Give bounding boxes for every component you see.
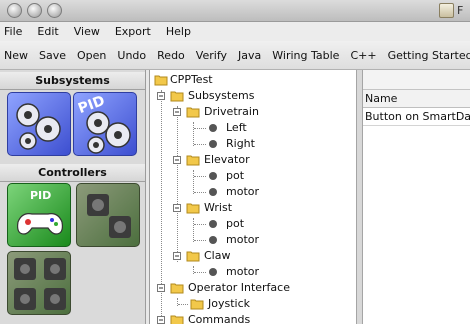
component-dot-icon — [209, 268, 217, 276]
subsystems-header[interactable]: Subsystems — [0, 72, 145, 90]
menu-export[interactable]: Export — [115, 25, 151, 38]
palette-panel: Subsystems PID Controllers PID — [0, 70, 146, 324]
new-button[interactable]: New — [4, 49, 28, 62]
property-row[interactable]: Button on SmartDashb — [363, 108, 470, 126]
app-icon — [439, 3, 454, 18]
pid-subsystem-icon[interactable]: PID — [73, 92, 137, 156]
close-window-button[interactable] — [7, 3, 22, 18]
zoom-window-button[interactable] — [47, 3, 62, 18]
menu-view[interactable]: View — [74, 25, 100, 38]
split-divider[interactable] — [356, 70, 363, 324]
menu-help[interactable]: Help — [166, 25, 191, 38]
save-button[interactable]: Save — [39, 49, 66, 62]
component-dot-icon — [209, 124, 217, 132]
minimize-window-button[interactable] — [27, 3, 42, 18]
column-header-name[interactable]: Name — [363, 90, 470, 108]
pid-gamepad-icon[interactable]: PID — [7, 183, 71, 247]
toolbar: New Save Open Undo Redo Verify Java Wiri… — [0, 41, 470, 70]
component-dot-icon — [209, 236, 217, 244]
properties-toolbar — [363, 70, 470, 90]
component-dot-icon — [209, 188, 217, 196]
menu-file[interactable]: File — [4, 25, 22, 38]
menu-bar: File Edit View Export Help — [0, 22, 470, 41]
java-button[interactable]: Java — [238, 49, 261, 62]
verify-button[interactable]: Verify — [196, 49, 227, 62]
menu-edit[interactable]: Edit — [37, 25, 58, 38]
properties-panel: Name Button on SmartDashb — [363, 70, 470, 324]
subsystems-section: PID — [3, 91, 143, 163]
wiring-table-button[interactable]: Wiring Table — [272, 49, 339, 62]
gears-icon[interactable] — [7, 92, 71, 156]
component-dot-icon — [209, 140, 217, 148]
getting-started-button[interactable]: Getting Started — [388, 49, 470, 62]
controllers-header[interactable]: Controllers — [0, 164, 145, 182]
title-bar: F — [0, 0, 470, 22]
component-dot-icon — [209, 220, 217, 228]
joysticks-icon[interactable] — [7, 251, 71, 315]
undo-button[interactable]: Undo — [117, 49, 146, 62]
robot-tree: CPPTest Subsystems Drivetrain Left Right… — [149, 70, 356, 324]
open-button[interactable]: Open — [77, 49, 106, 62]
component-dot-icon — [209, 172, 217, 180]
window-title: F — [457, 4, 464, 17]
cpp-button[interactable]: C++ — [350, 49, 376, 62]
joystick-icon[interactable] — [76, 183, 140, 247]
redo-button[interactable]: Redo — [157, 49, 185, 62]
